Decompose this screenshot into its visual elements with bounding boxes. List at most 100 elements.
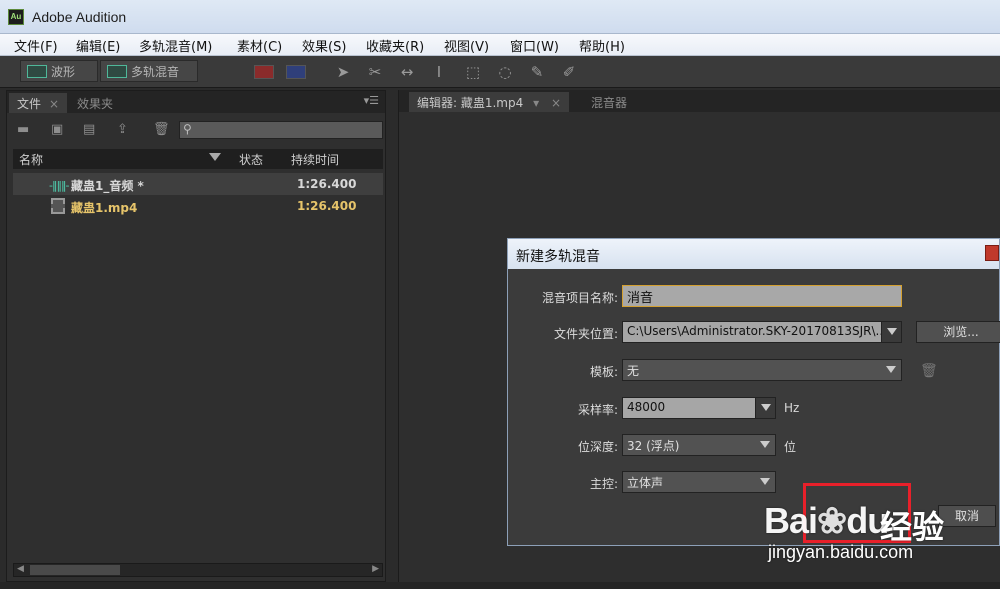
trash-icon[interactable]: 🗑 <box>153 123 170 137</box>
open-folder-icon[interactable]: ▬ <box>17 123 33 137</box>
paw-icon: ❀ <box>817 500 847 541</box>
bit-depth-label: 位深度: <box>577 440 618 454</box>
waveform-icon <box>27 65 47 78</box>
master-channel-value: 立体声 <box>627 476 664 490</box>
file-duration: 1:26.400 <box>297 177 357 191</box>
file-duration: 1:26.400 <box>297 199 357 213</box>
title-bar: Au Adobe Audition <box>0 0 1000 34</box>
time-selection-tool-icon[interactable]: I <box>430 63 448 81</box>
spot-healing-tool-icon[interactable]: ✐ <box>560 63 578 81</box>
files-search-input[interactable]: ⚲ <box>179 121 383 139</box>
sample-rate-select[interactable]: 48000 <box>622 397 776 419</box>
chevron-down-icon[interactable] <box>881 322 901 342</box>
tab-files-label: 文件 <box>17 97 42 111</box>
watermark-url: jingyan.baidu.com <box>768 542 914 562</box>
menu-bar: 文件(F) 编辑(E) 多轨混音(M) 素材(C) 效果(S) 收藏夹(R) 视… <box>0 34 1000 56</box>
menu-multitrack[interactable]: 多轨混音(M) <box>139 36 212 55</box>
tab-editor-label: 编辑器: 藏蛊1.mp4 <box>417 96 524 110</box>
file-name: 藏蛊1_音频 * <box>71 179 144 193</box>
tab-effects-rack-label: 效果夹 <box>77 97 114 111</box>
browse-button[interactable]: 浏览... <box>916 321 1000 343</box>
chevron-down-icon[interactable] <box>755 435 775 455</box>
menu-window[interactable]: 窗口(W) <box>510 36 559 55</box>
folder-location-label: 文件夹位置: <box>553 327 618 341</box>
spectral-display-icon[interactable] <box>254 65 274 79</box>
column-duration[interactable]: 持续时间 <box>291 151 339 168</box>
sample-rate-label: 采样率: <box>577 403 618 417</box>
chevron-down-icon[interactable] <box>881 360 901 380</box>
chevron-down-icon[interactable] <box>755 398 775 418</box>
template-value: 无 <box>627 364 640 378</box>
menu-edit[interactable]: 编辑(E) <box>76 36 120 55</box>
bit-depth-unit: 位 <box>784 440 797 454</box>
export-icon[interactable]: ⇪ <box>117 123 133 137</box>
table-row[interactable]: -‖‖‖- 藏蛊1_音频 * 1:26.400 <box>13 173 383 195</box>
file-name: 藏蛊1.mp4 <box>71 201 138 215</box>
menu-favorites[interactable]: 收藏夹(R) <box>366 36 424 55</box>
dialog-title-bar: 新建多轨混音 <box>508 239 999 269</box>
panel-menu-icon[interactable]: ▾☰ <box>364 94 379 107</box>
video-film-icon <box>51 198 65 214</box>
folder-location-value: C:\Users\Administrator.SKY-20170813SJR\.… <box>627 324 887 338</box>
files-panel-tabs: 文件 × 效果夹 ▾☰ <box>7 91 385 113</box>
master-channel-select[interactable]: 立体声 <box>622 471 776 493</box>
tab-editor[interactable]: 编辑器: 藏蛊1.mp4 ▾ × <box>409 92 569 112</box>
multitrack-view-button[interactable]: 多轨混音 <box>100 60 198 82</box>
menu-help[interactable]: 帮助(H) <box>579 36 625 55</box>
chevron-down-icon[interactable]: ▾ <box>533 96 539 110</box>
multitrack-label: 多轨混音 <box>131 65 180 79</box>
folder-location-select[interactable]: C:\Users\Administrator.SKY-20170813SJR\.… <box>622 321 902 343</box>
bit-depth-value: 32 (浮点) <box>627 439 680 453</box>
menu-view[interactable]: 视图(V) <box>444 36 489 55</box>
horizontal-scrollbar[interactable]: ◀ ▶ <box>13 563 383 577</box>
window-title: Adobe Audition <box>32 9 127 25</box>
files-table-header: 名称 状态 持续时间 <box>13 149 383 169</box>
tab-mixer[interactable]: 混音器 <box>583 92 635 112</box>
new-file-icon[interactable]: ▤ <box>83 123 99 137</box>
tab-effects-rack[interactable]: 效果夹 <box>69 93 121 113</box>
scroll-left-icon[interactable]: ◀ <box>17 564 24 574</box>
column-name[interactable]: 名称 <box>19 151 43 168</box>
files-icon-row: ▬ ▣ ▤ ⇪ 🗑 ⚲ <box>7 115 385 145</box>
bit-depth-select[interactable]: 32 (浮点) <box>622 434 776 456</box>
scroll-right-icon[interactable]: ▶ <box>372 564 379 574</box>
toolbar: 波形 多轨混音 ➤ ✂ ↔ I ⬚ ◌ ✎ ✐ <box>0 56 1000 88</box>
waveform-view-button[interactable]: 波形 <box>20 60 98 82</box>
close-icon[interactable]: × <box>551 96 561 110</box>
menu-effects[interactable]: 效果(S) <box>302 36 346 55</box>
delete-template-icon[interactable]: 🗑 <box>920 363 938 379</box>
lasso-tool-icon[interactable]: ◌ <box>496 63 514 81</box>
table-row[interactable]: 藏蛊1.mp4 1:26.400 <box>13 195 383 217</box>
tab-files[interactable]: 文件 × <box>9 93 68 113</box>
files-panel: 文件 × 效果夹 ▾☰ ▬ ▣ ▤ ⇪ 🗑 ⚲ 名称 状态 持续时间 -‖‖‖- … <box>6 90 386 582</box>
move-tool-icon[interactable]: ➤ <box>334 63 352 81</box>
waveform-label: 波形 <box>51 65 76 79</box>
session-name-label: 混音项目名称: <box>541 291 618 305</box>
sample-rate-unit: Hz <box>784 401 800 415</box>
template-select[interactable]: 无 <box>622 359 902 381</box>
baidu-watermark: Bai❀du 经验 jingyan.baidu.com <box>760 480 1000 580</box>
multitrack-icon <box>107 65 127 78</box>
menu-file[interactable]: 文件(F) <box>14 36 58 55</box>
scroll-thumb[interactable] <box>30 565 120 575</box>
razor-tool-icon[interactable]: ✂ <box>366 63 384 81</box>
marquee-tool-icon[interactable]: ⬚ <box>464 63 482 81</box>
close-icon[interactable]: × <box>49 97 59 111</box>
brush-tool-icon[interactable]: ✎ <box>528 63 546 81</box>
baidu-logo: Bai❀du <box>764 500 889 541</box>
sample-rate-value: 48000 <box>627 400 666 414</box>
column-status[interactable]: 状态 <box>239 151 263 168</box>
menu-clip[interactable]: 素材(C) <box>237 36 282 55</box>
slip-tool-icon[interactable]: ↔ <box>398 63 416 81</box>
dialog-title: 新建多轨混音 <box>516 249 600 265</box>
master-label: 主控: <box>589 477 618 491</box>
editor-tabs: 编辑器: 藏蛊1.mp4 ▾ × 混音器 <box>399 90 1000 112</box>
template-label: 模板: <box>589 365 618 379</box>
spectral-pitch-icon[interactable] <box>286 65 306 79</box>
import-file-icon[interactable]: ▣ <box>51 123 67 137</box>
status-bar <box>0 582 1000 589</box>
close-icon[interactable] <box>985 245 999 261</box>
search-icon: ⚲ <box>183 122 192 136</box>
sort-down-icon[interactable] <box>209 153 221 161</box>
session-name-input[interactable]: 消音 <box>622 285 902 307</box>
